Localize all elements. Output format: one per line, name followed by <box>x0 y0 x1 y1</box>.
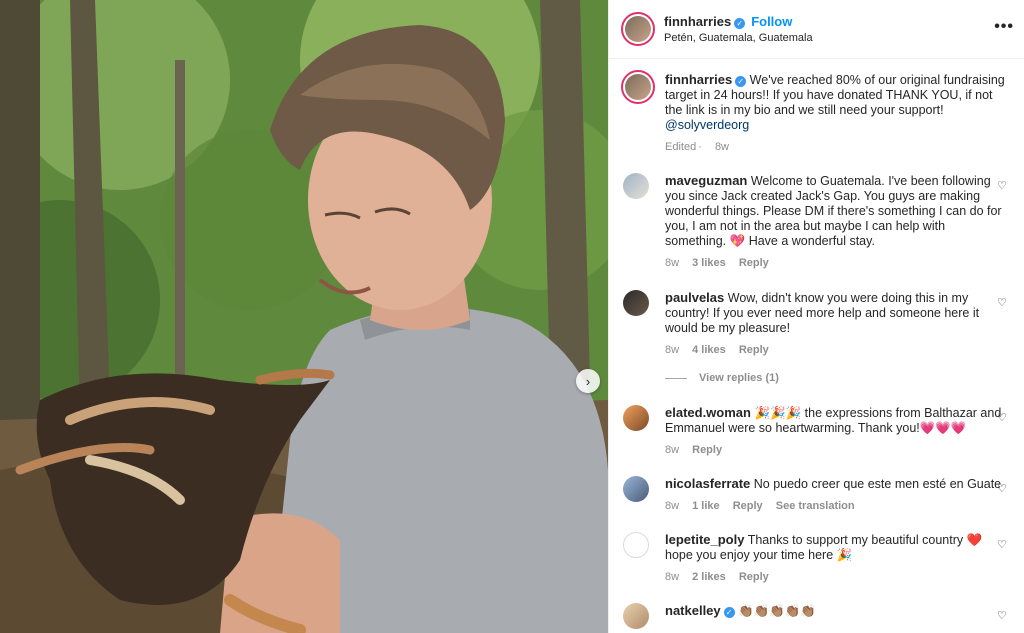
caption-avatar[interactable] <box>621 70 655 104</box>
commenter-avatar[interactable] <box>623 290 649 316</box>
photo-illustration <box>0 0 608 633</box>
follow-button[interactable]: Follow <box>751 14 792 29</box>
view-replies-button[interactable]: View replies (1) <box>665 372 779 384</box>
comment-item: natkelley ✓ 👏🏽👏🏽👏🏽👏🏽👏🏽 ♡ <box>623 603 1009 629</box>
comment-text-after: Have a wonderful stay. <box>748 234 875 248</box>
author-avatar[interactable] <box>621 12 655 46</box>
comment-text: No puedo creer que este men esté en Guat… <box>753 477 1002 491</box>
comment-time: 8w <box>665 571 680 583</box>
like-heart-icon[interactable]: ♡ <box>997 482 1009 495</box>
comment-emoji-after: 🎉 <box>836 548 853 562</box>
comment-emoji-lead: 🎉🎉🎉 <box>754 406 802 420</box>
comment-likes[interactable]: 4 likes <box>692 344 726 356</box>
reply-button[interactable]: Reply <box>733 500 763 512</box>
like-heart-icon[interactable]: ♡ <box>997 538 1009 551</box>
comment-time: 8w <box>665 257 680 269</box>
post-photo: › <box>0 0 608 633</box>
like-heart-icon[interactable]: ♡ <box>997 179 1009 192</box>
comment-emoji: 💗💗💗 <box>919 421 967 435</box>
reply-button[interactable]: Reply <box>692 444 722 456</box>
comment-item: paulvelas Wow, didn't know you were doin… <box>623 290 1009 358</box>
comment-item: maveguzman Welcome to Guatemala. I've be… <box>623 173 1009 271</box>
edited-label: Edited <box>665 141 697 153</box>
post-details-panel: finnharries ✓ Follow Petén, Guatemala, Gua… <box>608 0 1024 633</box>
reply-button[interactable]: Reply <box>739 571 769 583</box>
post-header: finnharries ✓ Follow Petén, Guatemala, Gua… <box>609 0 1024 59</box>
caption-username[interactable]: finnharries <box>665 72 732 87</box>
view-replies-label: View replies (1) <box>699 372 779 384</box>
verified-badge-icon: ✓ <box>723 607 735 618</box>
caption-time: 8w <box>714 141 729 153</box>
comment-text: Thanks to support my beautiful country <box>747 533 964 547</box>
see-translation-button[interactable]: See translation <box>776 500 855 512</box>
commenter-username[interactable]: paulvelas <box>665 290 724 305</box>
commenter-avatar[interactable] <box>623 476 649 502</box>
comment-emoji: 👏🏽👏🏽👏🏽👏🏽👏🏽 <box>738 604 816 618</box>
post-caption: finnharries ✓ We've reached 80% of our or… <box>621 70 1009 155</box>
replies-divider <box>665 377 687 379</box>
comment-likes[interactable]: 3 likes <box>692 257 726 269</box>
caption-mention[interactable]: @solyverdeorg <box>665 118 749 132</box>
commenter-username[interactable]: nicolasferrate <box>665 476 750 491</box>
reply-button[interactable]: Reply <box>739 257 769 269</box>
caption-meta: Edited · 8w <box>665 140 1009 155</box>
reply-button[interactable]: Reply <box>739 344 769 356</box>
comment-time: 8w <box>665 444 680 456</box>
commenter-avatar[interactable] <box>623 603 649 629</box>
commenter-username[interactable]: lepetite_poly <box>665 532 744 547</box>
comment-emoji: 💖 <box>729 234 746 248</box>
post-location[interactable]: Petén, Guatemala, Guatemala <box>664 32 813 44</box>
caption-dot: · <box>698 141 702 153</box>
commenter-avatar[interactable] <box>623 405 649 431</box>
verified-badge-icon: ✓ <box>735 76 747 87</box>
comment-time: 8w <box>665 344 680 356</box>
author-username[interactable]: finnharries <box>664 14 731 29</box>
commenter-username[interactable]: maveguzman <box>665 173 747 188</box>
comment-item: elated.woman 🎉🎉🎉 the expressions from Ba… <box>623 405 1009 458</box>
commenter-username[interactable]: elated.woman <box>665 405 751 420</box>
comment-emoji: ❤️ <box>966 533 983 547</box>
more-options-icon[interactable]: ••• <box>994 18 1014 36</box>
commenter-avatar[interactable] <box>623 532 649 558</box>
carousel-next-button[interactable]: › <box>576 369 600 393</box>
like-heart-icon[interactable]: ♡ <box>997 296 1009 309</box>
chevron-right-icon: › <box>585 373 591 389</box>
comment-likes[interactable]: 2 likes <box>692 571 726 583</box>
comment-time: 8w <box>665 500 680 512</box>
commenter-username[interactable]: natkelley <box>665 603 721 618</box>
comment-likes[interactable]: 1 like <box>692 500 720 512</box>
commenter-avatar[interactable] <box>623 173 649 199</box>
comment-item: nicolasferrate No puedo creer que este m… <box>623 476 1009 514</box>
verified-badge-icon: ✓ <box>734 18 746 29</box>
comment-text-after: hope you enjoy your time here <box>665 548 834 562</box>
comment-item: lepetite_poly Thanks to support my beaut… <box>623 532 1009 585</box>
like-heart-icon[interactable]: ♡ <box>997 609 1009 622</box>
like-heart-icon[interactable]: ♡ <box>997 411 1009 424</box>
